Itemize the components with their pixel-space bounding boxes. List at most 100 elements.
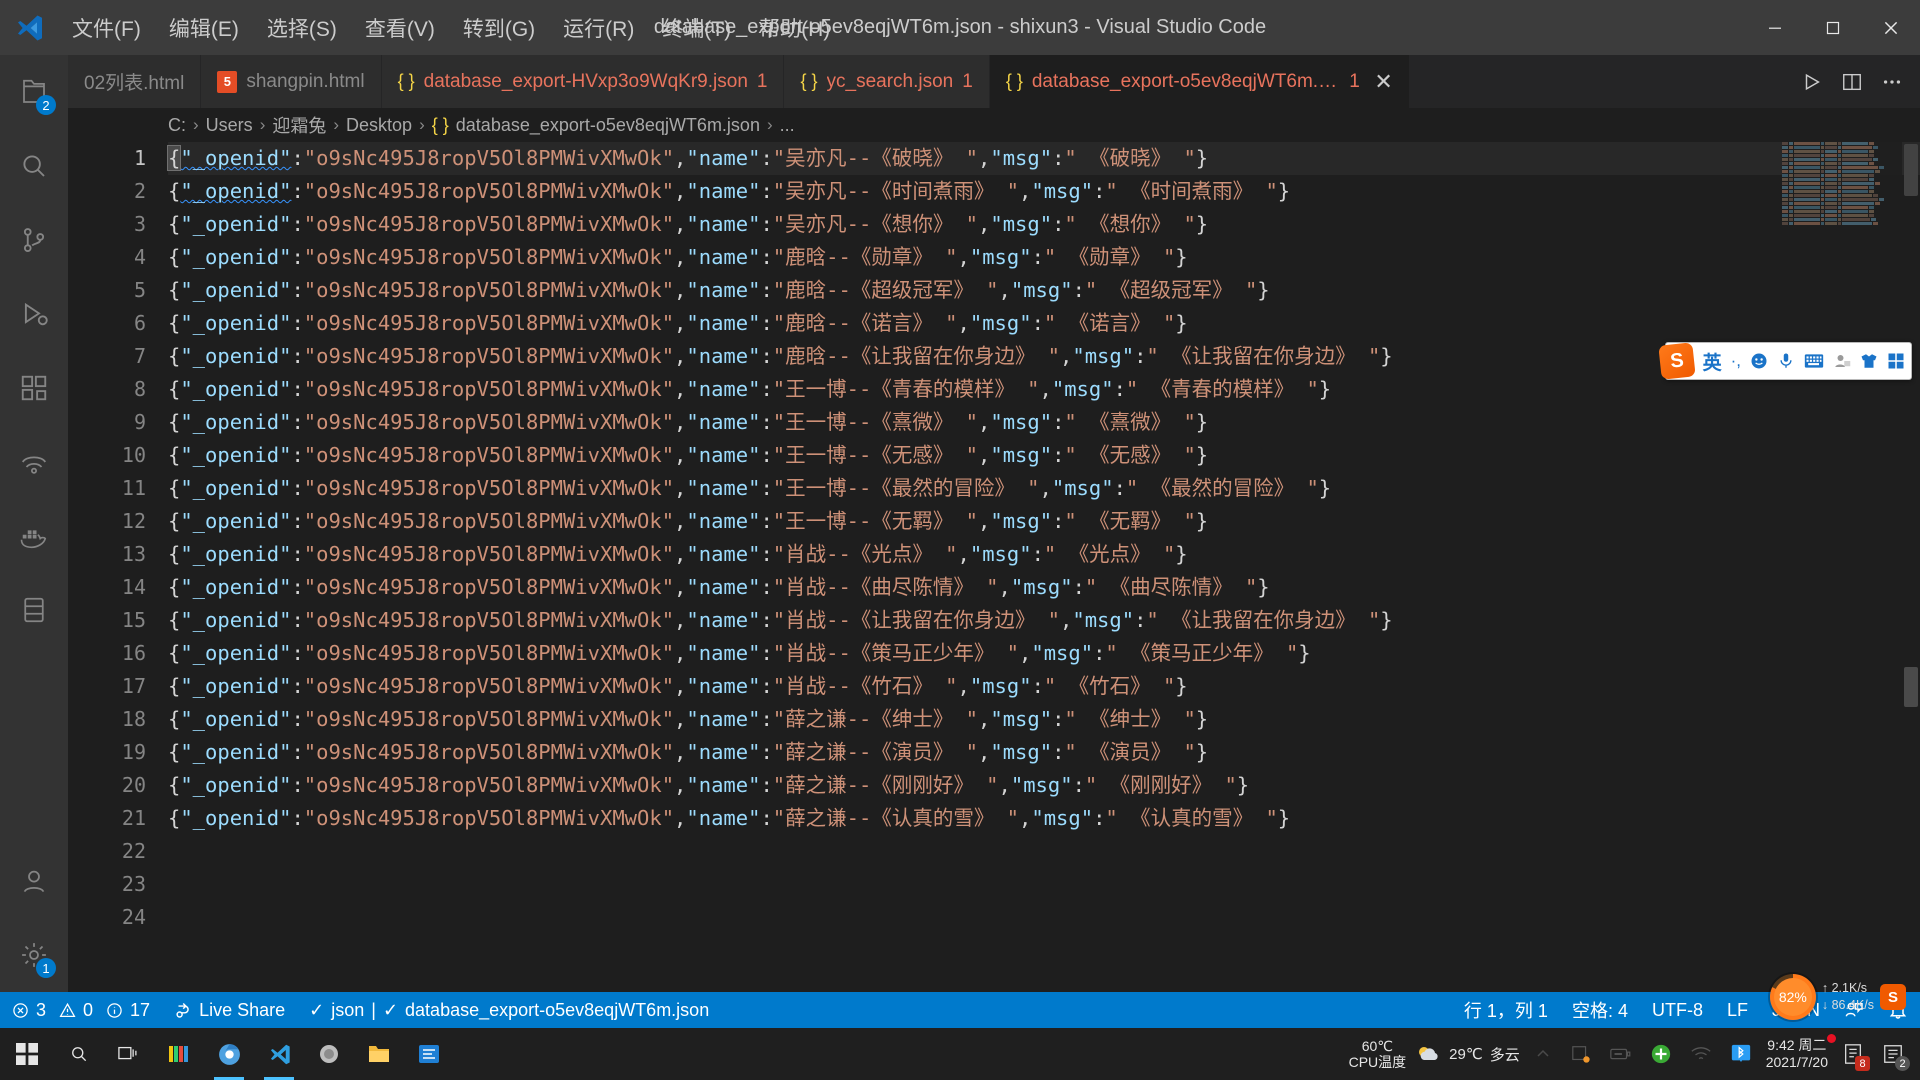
close-button[interactable] <box>1862 0 1920 55</box>
split-editor-button[interactable] <box>1832 55 1872 108</box>
voice-input-icon[interactable] <box>1777 352 1795 370</box>
toolbox-icon[interactable] <box>1887 352 1905 370</box>
close-icon[interactable]: ✕ <box>1374 70 1392 93</box>
code-line[interactable]: {"_openid":"o9sNc495J8ropV5Ol8PMWivXMwOk… <box>168 736 1920 769</box>
code-line[interactable] <box>168 835 1920 868</box>
menu-edit[interactable]: 编辑(E) <box>155 7 253 49</box>
live-share-button[interactable]: Live Share <box>162 992 297 1028</box>
encoding-status[interactable]: UTF-8 <box>1640 992 1715 1028</box>
sidebar-item-source-control[interactable] <box>0 203 68 277</box>
minimize-button[interactable] <box>1746 0 1804 55</box>
sidebar-item-database[interactable] <box>0 573 68 647</box>
user-icon[interactable] <box>1833 352 1851 370</box>
code-line[interactable]: {"_openid":"o9sNc495J8ropV5Ol8PMWivXMwOk… <box>168 439 1920 472</box>
run-file-button[interactable] <box>1792 55 1832 108</box>
code-line[interactable] <box>168 868 1920 901</box>
taskbar-app-browser[interactable] <box>204 1028 254 1080</box>
cursor-position[interactable]: 行 1，列 1 <box>1452 992 1560 1028</box>
battery-icon[interactable] <box>1606 1039 1636 1069</box>
code-line[interactable]: {"_openid":"o9sNc495J8ropV5Ol8PMWivXMwOk… <box>168 175 1920 208</box>
network-icon[interactable] <box>1686 1039 1716 1069</box>
maximize-button[interactable] <box>1804 0 1862 55</box>
code-lines[interactable]: {"_openid":"o9sNc495J8ropV5Ol8PMWivXMwOk… <box>166 142 1920 934</box>
code-line[interactable]: {"_openid":"o9sNc495J8ropV5Ol8PMWivXMwOk… <box>168 703 1920 736</box>
ime-mode-label[interactable]: 英 <box>1703 348 1722 375</box>
clock[interactable]: 9:42 周二 2021/7/20 <box>1766 1034 1836 1071</box>
show-hidden-icons-button[interactable] <box>1530 1028 1556 1080</box>
tab-database-export-o5ev8eqjWT6m-json[interactable]: { } database_export-o5ev8eqjWT6m.json 1 … <box>989 55 1410 108</box>
bluetooth-icon[interactable] <box>1726 1039 1756 1069</box>
menu-selection[interactable]: 选择(S) <box>253 7 351 49</box>
code-line[interactable]: {"_openid":"o9sNc495J8ropV5Ol8PMWivXMwOk… <box>168 604 1920 637</box>
breadcrumb-item-drive[interactable]: C: <box>168 115 186 136</box>
menu-run[interactable]: 运行(R) <box>549 7 648 49</box>
sidebar-item-extensions[interactable] <box>0 351 68 425</box>
taskbar-app-colors[interactable] <box>154 1028 204 1080</box>
code-line[interactable]: {"_openid":"o9sNc495J8ropV5Ol8PMWivXMwOk… <box>168 340 1920 373</box>
network-speed-widget[interactable]: 82% ↑ 2.1K/s ↓ 86.4K/s S <box>1769 974 1906 1020</box>
code-line[interactable] <box>168 901 1920 934</box>
weather-widget[interactable]: 29℃ 多云 <box>1416 1044 1520 1065</box>
taskbar-app-explorer[interactable] <box>354 1028 404 1080</box>
code-line[interactable]: {"_openid":"o9sNc495J8ropV5Ol8PMWivXMwOk… <box>168 802 1920 835</box>
start-button[interactable] <box>0 1043 54 1065</box>
skin-icon[interactable] <box>1860 352 1878 370</box>
minimap[interactable] <box>1782 142 1902 992</box>
action-center-icon[interactable]: 2 <box>1878 1039 1910 1071</box>
lint-status[interactable]: ✓ json | ✓ database_export-o5ev8eqjWT6m.… <box>297 992 721 1028</box>
tab-yc-search-json[interactable]: { } yc_search.json 1 <box>784 55 990 108</box>
taskbar-notes-icon[interactable]: 8 <box>1838 1039 1870 1071</box>
more-actions-button[interactable] <box>1872 55 1912 108</box>
code-line[interactable]: {"_openid":"o9sNc495J8ropV5Ol8PMWivXMwOk… <box>168 571 1920 604</box>
breadcrumb-item-desktop[interactable]: Desktop <box>346 115 412 136</box>
breadcrumb-item-symbol[interactable]: ... <box>780 115 795 136</box>
code-editor[interactable]: 1 2 3 4 5 6 7 8 9 10 11 12 13 14 15 16 17 18 19 20 21 22 23 24 … <box>68 142 1920 992</box>
tab-02列表-html[interactable]: 02列表.html <box>68 55 202 108</box>
code-line[interactable]: {"_openid":"o9sNc495J8ropV5Ol8PMWivXMwOk… <box>168 505 1920 538</box>
menu-terminal[interactable]: 终端(T) <box>648 7 745 49</box>
code-line[interactable]: {"_openid":"o9sNc495J8ropV5Ol8PMWivXMwOk… <box>168 241 1920 274</box>
code-line[interactable]: {"_openid":"o9sNc495J8ropV5Ol8PMWivXMwOk… <box>168 472 1920 505</box>
taskbar-app-editor[interactable] <box>404 1028 454 1080</box>
breadcrumb-item-users[interactable]: Users <box>206 115 253 136</box>
soft-keyboard-icon[interactable] <box>1804 353 1824 369</box>
tab-database-export-HVxp3o9WqKr9-json[interactable]: { } database_export-HVxp3o9WqKr9.json 1 <box>381 55 785 108</box>
cpu-temperature[interactable]: 60℃ CPU温度 <box>1349 1038 1407 1070</box>
emoji-icon[interactable] <box>1750 352 1768 370</box>
sidebar-item-search[interactable] <box>0 129 68 203</box>
code-line[interactable]: {"_openid":"o9sNc495J8ropV5Ol8PMWivXMwOk… <box>168 637 1920 670</box>
code-line[interactable]: {"_openid":"o9sNc495J8ropV5Ol8PMWivXMwOk… <box>168 769 1920 802</box>
tab-shangpin-html[interactable]: 5 shangpin.html <box>201 55 382 108</box>
breadcrumb-item-file[interactable]: database_export-o5ev8eqjWT6m.json <box>456 115 760 136</box>
sidebar-item-accounts[interactable] <box>0 844 68 918</box>
sidebar-item-remote-explorer[interactable] <box>0 425 68 499</box>
code-line[interactable]: {"_openid":"o9sNc495J8ropV5Ol8PMWivXMwOk… <box>168 208 1920 241</box>
onedrive-icon[interactable] <box>1566 1039 1596 1069</box>
security-icon[interactable] <box>1646 1039 1676 1069</box>
problems-status[interactable]: 3 0 17 <box>0 992 162 1028</box>
sogou-ime-toolbar[interactable]: S 英 ·, <box>1657 342 1912 380</box>
code-line[interactable]: {"_openid":"o9sNc495J8ropV5Ol8PMWivXMwOk… <box>166 142 1920 175</box>
code-line[interactable]: {"_openid":"o9sNc495J8ropV5Ol8PMWivXMwOk… <box>168 538 1920 571</box>
sogou-icon[interactable]: S <box>1880 984 1906 1010</box>
search-icon[interactable] <box>54 1028 104 1080</box>
sidebar-item-settings[interactable]: 1 <box>0 918 68 992</box>
taskbar-app-wechat-devtools[interactable] <box>304 1028 354 1080</box>
sidebar-item-docker[interactable] <box>0 499 68 573</box>
code-line[interactable]: {"_openid":"o9sNc495J8ropV5Ol8PMWivXMwOk… <box>168 670 1920 703</box>
sidebar-item-run-debug[interactable] <box>0 277 68 351</box>
sogou-logo-icon[interactable]: S <box>1657 342 1696 380</box>
editor-vertical-scrollbar[interactable] <box>1902 142 1920 992</box>
task-view-icon[interactable] <box>104 1028 154 1080</box>
code-line[interactable]: {"_openid":"o9sNc495J8ropV5Ol8PMWivXMwOk… <box>168 307 1920 340</box>
code-line[interactable]: {"_openid":"o9sNc495J8ropV5Ol8PMWivXMwOk… <box>168 274 1920 307</box>
scrollbar-thumb[interactable] <box>1904 144 1918 196</box>
code-line[interactable]: {"_openid":"o9sNc495J8ropV5Ol8PMWivXMwOk… <box>168 406 1920 439</box>
sidebar-item-explorer[interactable]: 2 <box>0 55 68 129</box>
menu-go[interactable]: 转到(G) <box>449 7 549 49</box>
code-line[interactable]: {"_openid":"o9sNc495J8ropV5Ol8PMWivXMwOk… <box>168 373 1920 406</box>
menu-help[interactable]: 帮助(H) <box>745 7 844 49</box>
indentation-status[interactable]: 空格: 4 <box>1560 992 1640 1028</box>
punctuation-icon[interactable]: ·, <box>1731 351 1741 371</box>
breadcrumb-item-user[interactable]: 迎霜兔 <box>272 112 326 138</box>
